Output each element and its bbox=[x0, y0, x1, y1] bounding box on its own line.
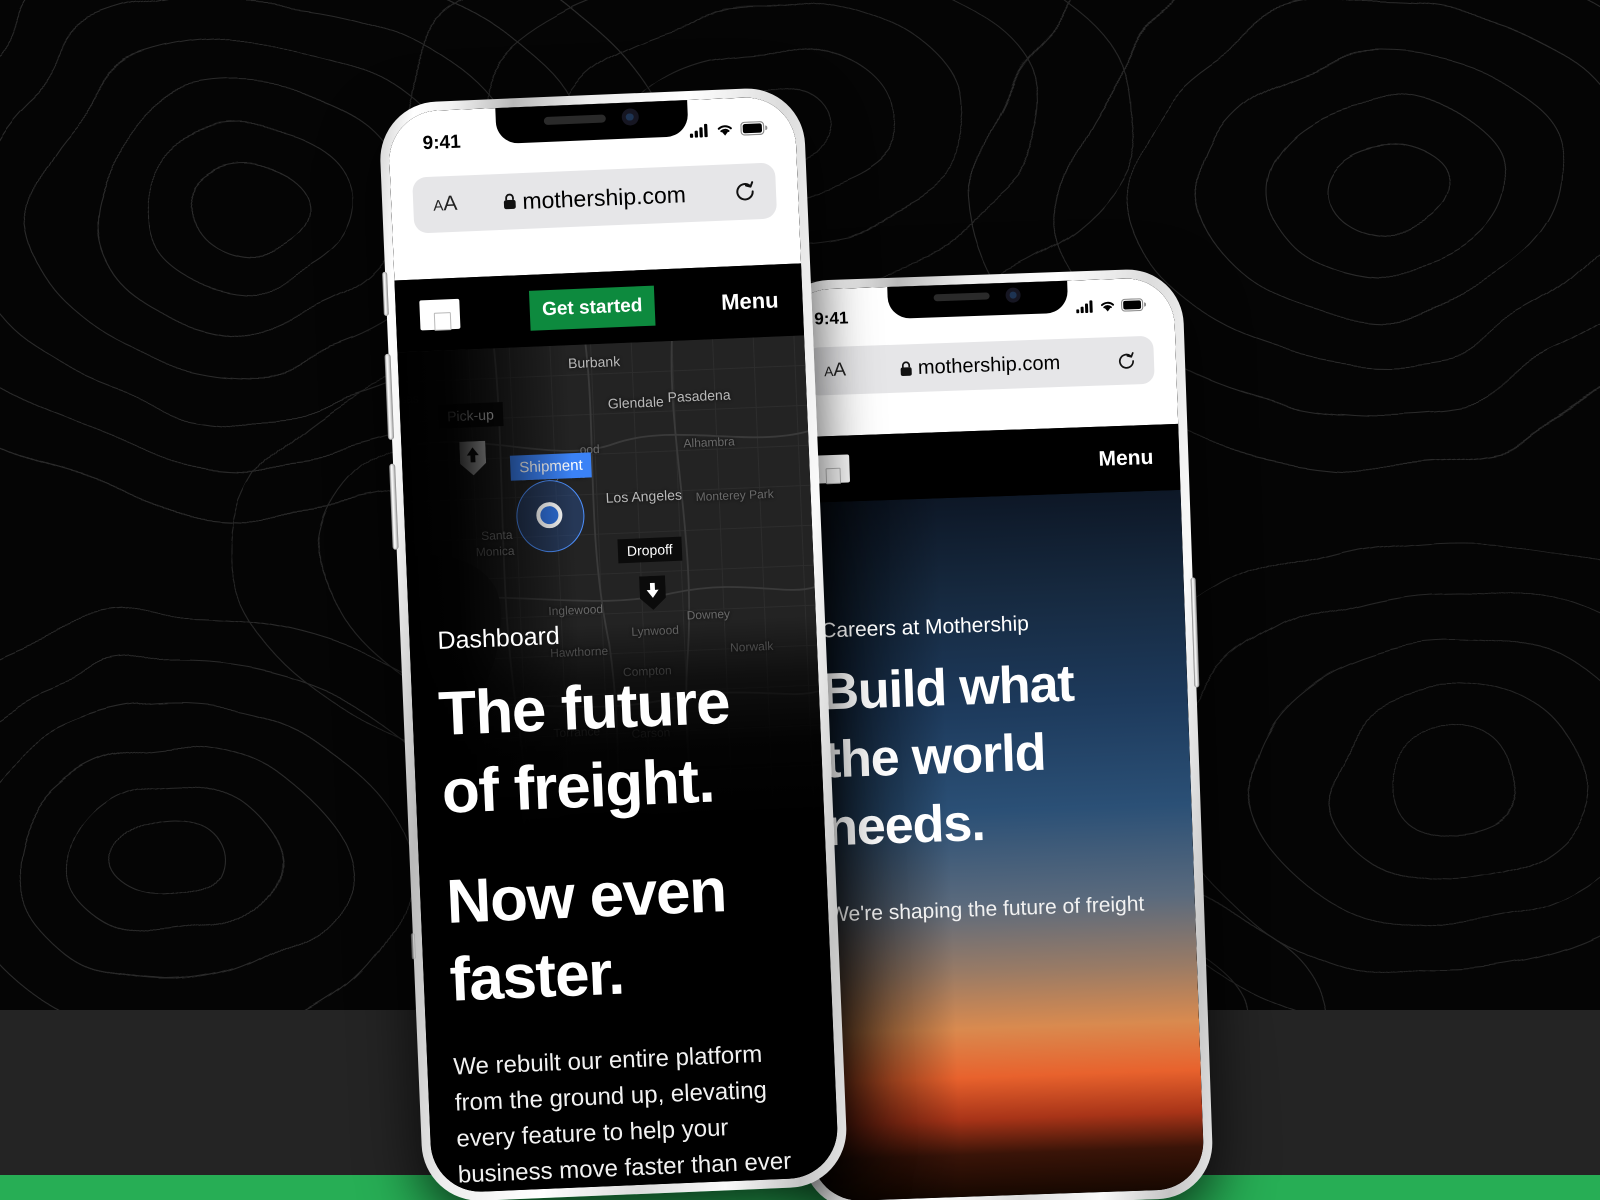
phone1-notch bbox=[494, 95, 689, 145]
phone1-url-text: mothership.com bbox=[521, 180, 687, 214]
map-label-burbank: Burbank bbox=[567, 353, 621, 372]
phone1-headline-line3: Now even bbox=[445, 856, 728, 937]
phone1-bezel: 9:41 AA mothership.com Get started Menu … bbox=[387, 95, 840, 1194]
phone1-headline-line1: The future bbox=[437, 667, 731, 749]
phone2-url-text: mothership.com bbox=[917, 351, 1061, 379]
map-label-los-angeles: Los Angeles bbox=[605, 486, 683, 506]
map-label-alhambra: Alhambra bbox=[683, 434, 736, 451]
phone1-reload-button[interactable] bbox=[734, 180, 757, 203]
map-label-pasadena: Pasadena bbox=[667, 386, 731, 406]
phone1-front-camera bbox=[620, 108, 639, 126]
phone2-url-text-group[interactable]: mothership.com bbox=[900, 352, 1061, 381]
phone1-sim-tray bbox=[410, 933, 416, 960]
phone2-front-camera bbox=[1005, 287, 1021, 303]
phone2-notch bbox=[886, 276, 1069, 319]
phone1-text-size-button[interactable]: AA bbox=[433, 192, 458, 217]
phone1-earpiece-speaker bbox=[543, 114, 606, 126]
phone1-browser-chrome: 9:41 AA mothership.com bbox=[387, 95, 802, 281]
map-label-monica: Monica bbox=[475, 543, 515, 560]
reload-icon bbox=[1118, 351, 1134, 369]
phone2-headline-line1: Build what bbox=[820, 654, 1075, 722]
map-pickup-pin-icon[interactable] bbox=[459, 440, 487, 476]
phone1-mute-switch[interactable] bbox=[382, 271, 389, 316]
phone1-menu-button[interactable]: Menu bbox=[721, 287, 779, 315]
phone2-headline-line2: the world bbox=[822, 723, 1047, 790]
map-label-norwalk: Norwalk bbox=[729, 638, 774, 655]
phone2-text-size-button[interactable]: AA bbox=[824, 359, 847, 382]
battery-icon bbox=[740, 121, 768, 136]
pickup-arrow-up-icon bbox=[459, 440, 487, 476]
lock-icon bbox=[900, 360, 912, 376]
wifi-icon bbox=[1100, 301, 1115, 312]
cellular-signal-icon bbox=[1076, 300, 1093, 314]
map-shipment-badge[interactable]: Shipment bbox=[509, 452, 593, 481]
phone2-status-time: 9:41 bbox=[813, 308, 849, 329]
mothership-logo-icon[interactable] bbox=[419, 298, 461, 331]
phone2-headline-line3: needs. bbox=[825, 793, 986, 858]
phone1-status-time: 9:41 bbox=[422, 131, 462, 155]
map-label-lynwood: Lynwood bbox=[631, 622, 680, 639]
phone2-hero-section: Careers at Mothership Build what the wor… bbox=[788, 489, 1205, 1200]
wifi-icon bbox=[717, 125, 732, 136]
phone1-screen: 9:41 AA mothership.com Get started Menu … bbox=[387, 95, 840, 1194]
map-label-glendale: Glendale bbox=[607, 393, 665, 412]
phone1-headline-line4: faster. bbox=[448, 938, 626, 1015]
lock-icon bbox=[504, 193, 516, 210]
map-label-inglewood: Inglewood bbox=[548, 602, 604, 619]
logo-notch-shape bbox=[433, 312, 452, 331]
cellular-signal-icon bbox=[689, 123, 708, 138]
phone1-get-started-button[interactable]: Get started bbox=[528, 285, 656, 331]
phone2-menu-button[interactable]: Menu bbox=[1098, 446, 1154, 472]
dropoff-arrow-down-icon bbox=[639, 575, 666, 610]
phone1-url-text-group[interactable]: mothership.com bbox=[503, 181, 687, 216]
map-label-downey: Downey bbox=[686, 606, 731, 623]
phone2-browser-chrome: 9:41 AA mothership.com bbox=[781, 276, 1179, 438]
phone-mockup-dashboard: 9:41 AA mothership.com Get started Menu … bbox=[378, 86, 849, 1200]
reload-icon bbox=[736, 181, 754, 201]
phone2-bezel: 9:41 AA mothership.com Menu Careers at M… bbox=[781, 276, 1205, 1200]
phone1-frame: 9:41 AA mothership.com Get started Menu … bbox=[378, 86, 849, 1200]
battery-icon bbox=[1120, 298, 1147, 312]
logo-notch-shape bbox=[825, 467, 842, 485]
phone1-kicker: Dashboard bbox=[436, 621, 561, 655]
map-dropoff-badge[interactable]: Dropoff bbox=[617, 536, 683, 564]
phone2-screen: 9:41 AA mothership.com Menu Careers at M… bbox=[781, 276, 1205, 1200]
phone2-reload-button[interactable] bbox=[1117, 351, 1137, 371]
phone2-status-icons bbox=[1076, 298, 1147, 314]
phone2-earpiece-speaker bbox=[933, 292, 990, 302]
phone1-status-icons bbox=[689, 121, 768, 138]
map-label-calabasas-partial: isas bbox=[397, 391, 420, 407]
map-pickup-badge[interactable]: Pick-up bbox=[437, 402, 504, 429]
map-dropoff-pin-icon[interactable] bbox=[639, 575, 666, 610]
phone1-headline-line2: of freight. bbox=[440, 746, 716, 827]
map-label-santa: Santa bbox=[480, 527, 513, 544]
